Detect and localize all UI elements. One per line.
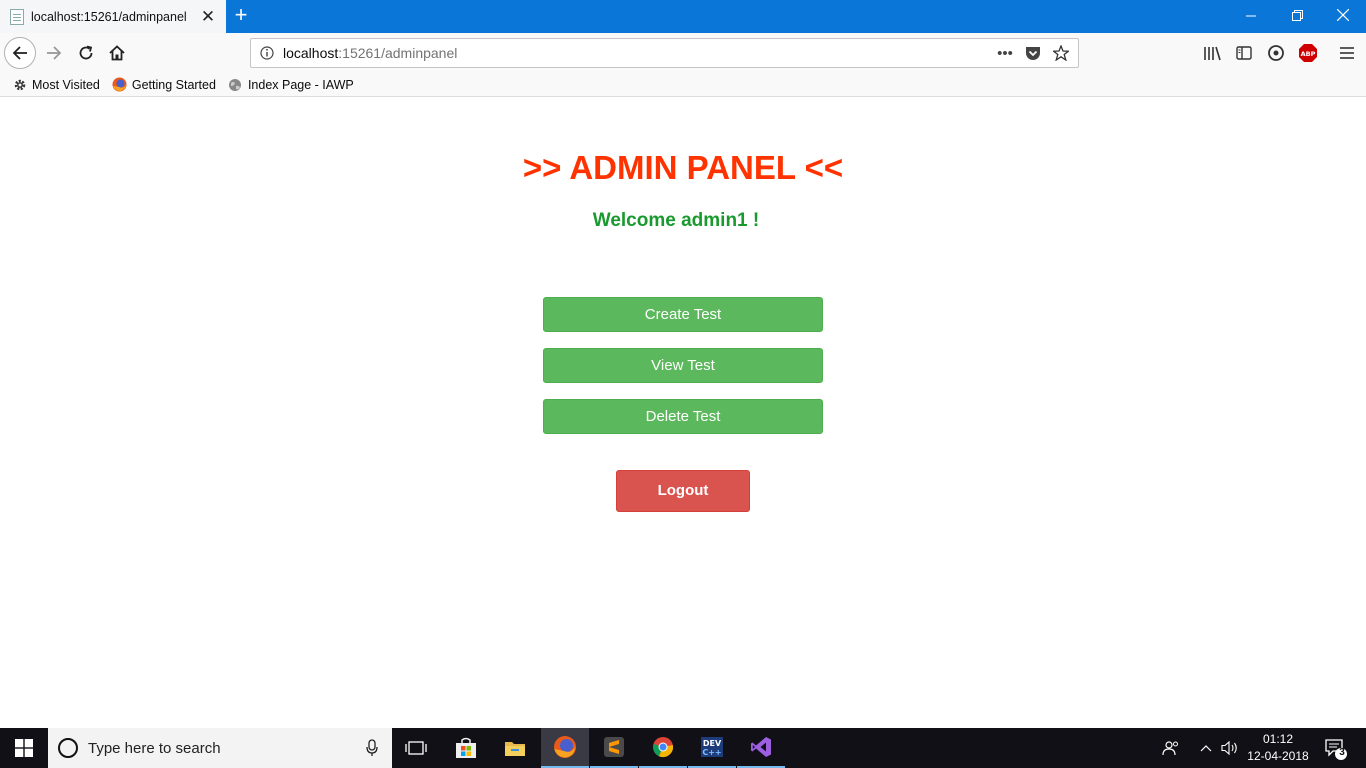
chevron-up-icon[interactable] (1196, 728, 1216, 768)
taskbar-sublime-text[interactable] (590, 728, 638, 768)
volume-icon[interactable] (1218, 728, 1242, 768)
welcome-message: Welcome admin1 ! (592, 210, 760, 231)
adblock-icon[interactable]: ABP (1297, 42, 1319, 64)
home-icon (109, 45, 125, 61)
delete-test-button[interactable]: Delete Test (543, 399, 823, 434)
address-bar[interactable]: localhost:15261/adminpanel ••• (250, 38, 1079, 68)
visual-studio-icon (751, 737, 771, 757)
home-button[interactable] (101, 37, 133, 69)
url-path: :15261/adminpanel (338, 45, 458, 61)
svg-text:C++: C++ (702, 748, 721, 757)
taskbar-visual-studio[interactable] (737, 728, 785, 768)
url-text: localhost:15261/adminpanel (283, 45, 994, 61)
page-content: >> ADMIN PANEL << Welcome admin1 ! Creat… (0, 97, 1366, 728)
task-view-button[interactable] (392, 728, 440, 768)
view-test-button[interactable]: View Test (543, 348, 823, 383)
taskbar-chrome[interactable] (639, 728, 687, 768)
firefox-icon (554, 736, 576, 758)
forward-button[interactable] (38, 37, 70, 69)
back-button[interactable] (4, 37, 36, 69)
menu-icon[interactable] (1336, 42, 1358, 64)
back-arrow-icon (12, 46, 27, 60)
bookmark-star-icon[interactable] (1050, 42, 1072, 64)
search-placeholder: Type here to search (88, 739, 221, 757)
dev-cpp-icon: DEVC++ (701, 737, 723, 757)
reload-icon (79, 45, 93, 60)
bookmark-label: Most Visited (32, 77, 100, 92)
firefox-icon (112, 77, 127, 92)
pocket-icon[interactable] (1022, 42, 1044, 64)
browser-titlebar: localhost:15261/adminpanel ✕ + (0, 0, 1366, 33)
create-test-button[interactable]: Create Test (543, 297, 823, 332)
site-info-icon[interactable] (251, 39, 283, 67)
svg-text:ABP: ABP (1301, 50, 1316, 58)
people-icon[interactable] (1158, 728, 1184, 768)
url-host: localhost (283, 45, 339, 61)
bookmark-label: Getting Started (131, 77, 216, 92)
taskbar-file-explorer[interactable] (491, 728, 539, 768)
sidebar-icon[interactable] (1233, 42, 1255, 64)
forward-arrow-icon (47, 46, 62, 60)
globe-icon (228, 77, 243, 92)
library-icon[interactable] (1201, 42, 1223, 64)
bookmark-label: Index Page - IAWP (247, 77, 354, 92)
close-icon (1336, 8, 1350, 22)
sync-icon[interactable] (1265, 42, 1287, 64)
taskbar-firefox[interactable] (541, 728, 589, 768)
restore-icon (1291, 10, 1303, 21)
logout-button[interactable]: Logout (616, 470, 750, 512)
clock-date: 12-04-2018 (1247, 749, 1309, 763)
taskbar-store[interactable] (442, 728, 490, 768)
reload-button[interactable] (70, 37, 102, 69)
folder-icon (505, 742, 525, 756)
new-tab-button[interactable]: + (230, 4, 252, 28)
chrome-icon (653, 737, 674, 758)
start-button[interactable] (0, 728, 48, 768)
restore-button[interactable] (1274, 0, 1320, 33)
microphone-icon[interactable] (352, 739, 392, 757)
taskbar-dev-cpp[interactable]: DEV C++ (688, 728, 736, 768)
gear-icon (12, 77, 27, 92)
action-center-button[interactable]: 3 (1318, 728, 1352, 768)
bookmark-index-page[interactable]: Index Page - IAWP (228, 77, 354, 92)
sublime-icon (604, 737, 624, 757)
taskbar-search-box[interactable]: Type here to search (48, 728, 392, 768)
page-title: >> ADMIN PANEL << (522, 149, 844, 186)
clock-time: 01:12 (1262, 732, 1294, 746)
navigation-toolbar: localhost:15261/adminpanel ••• ABP (0, 33, 1366, 73)
task-view-icon (405, 741, 427, 755)
close-window-button[interactable] (1320, 0, 1366, 33)
store-bag-icon (456, 737, 476, 758)
browser-tab[interactable]: localhost:15261/adminpanel ✕ (0, 0, 226, 33)
minimize-button[interactable] (1228, 0, 1274, 33)
close-tab-icon[interactable]: ✕ (198, 7, 218, 27)
page-icon (10, 8, 24, 25)
svg-text:DEV: DEV (703, 739, 722, 748)
page-actions-icon[interactable]: ••• (994, 42, 1016, 64)
bookmarks-toolbar: Most Visited Getting Started Index Page … (0, 73, 1366, 97)
minimize-icon (1246, 15, 1256, 17)
windows-icon (15, 739, 33, 757)
taskbar: Type here to search DEV C++ 01:12 12-04-2… (0, 728, 1366, 768)
cortana-icon (58, 738, 78, 758)
notification-count-badge: 3 (1339, 747, 1345, 758)
bookmark-most-visited[interactable]: Most Visited (12, 77, 100, 92)
taskbar-clock[interactable]: 01:12 12-04-2018 (1246, 731, 1310, 765)
tab-title: localhost:15261/adminpanel (31, 9, 187, 24)
bookmark-getting-started[interactable]: Getting Started (112, 77, 216, 92)
